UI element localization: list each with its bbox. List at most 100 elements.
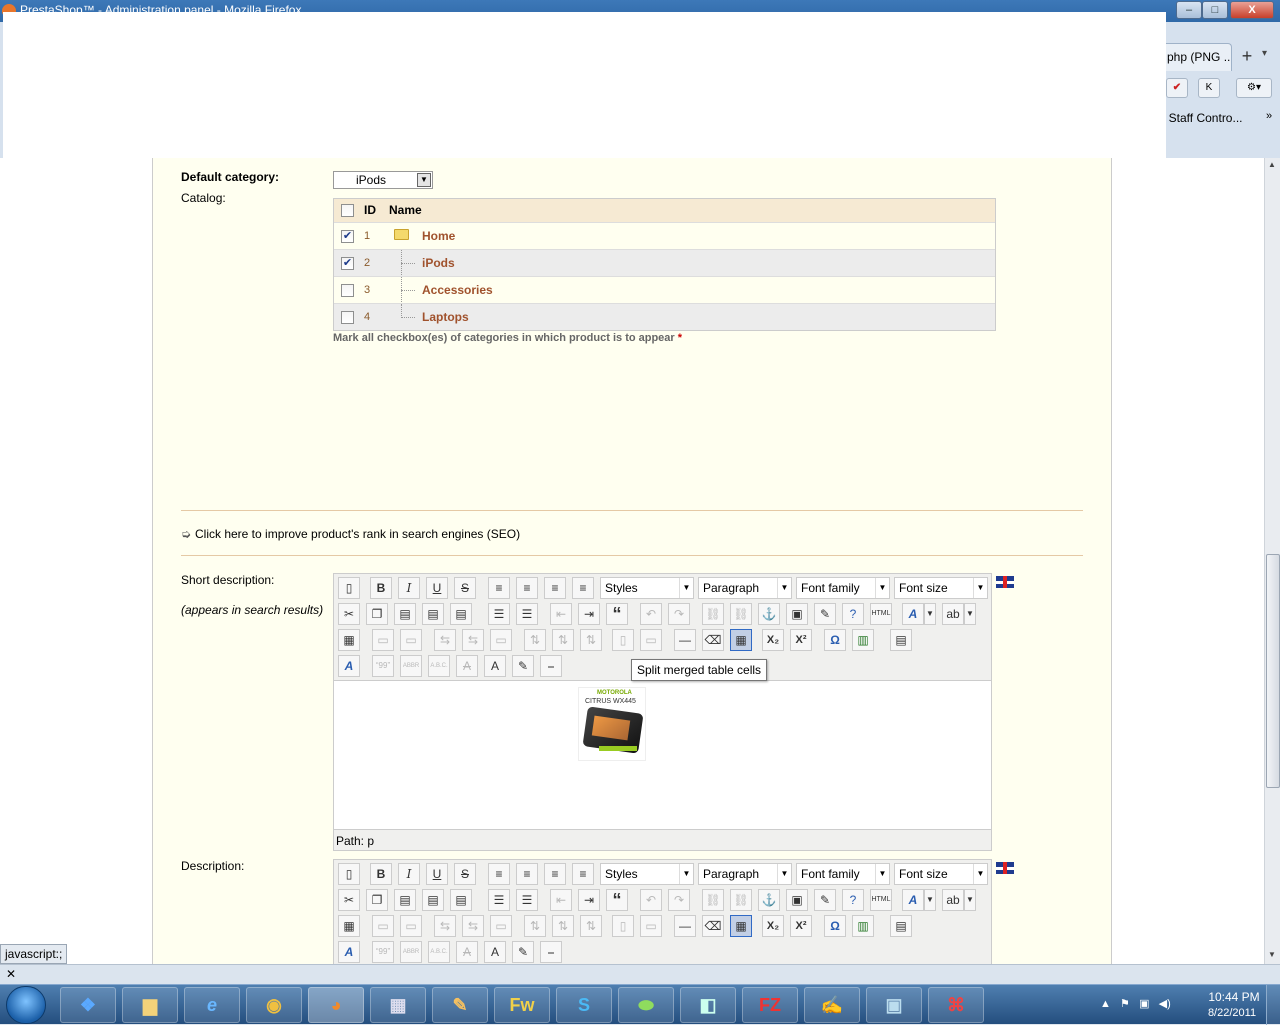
delete-row-icon[interactable]: ▭ [490, 629, 512, 651]
numbered-list-icon[interactable]: ☰ [516, 889, 538, 911]
paste-icon[interactable]: ▤ [394, 889, 416, 911]
unlink-icon[interactable]: ⛓ [730, 603, 752, 625]
firefox-icon[interactable]: ◕ [308, 987, 364, 1023]
redo-icon[interactable]: ↷ [668, 889, 690, 911]
paste-text-icon[interactable]: ▤ [422, 889, 444, 911]
underline-button[interactable]: U [426, 863, 448, 885]
category-checkbox-home[interactable]: ✔ [341, 230, 354, 243]
acronym-icon[interactable]: A.B.C. [428, 941, 450, 963]
explorer-icon[interactable]: ▆ [122, 987, 178, 1023]
category-checkbox-accessories[interactable] [341, 284, 354, 297]
insert-col-after-icon[interactable]: ⇅ [552, 915, 574, 937]
bullet-list-icon[interactable]: ☰ [488, 889, 510, 911]
style-props-icon[interactable]: A [338, 655, 360, 677]
insert-text-icon[interactable]: A [484, 941, 506, 963]
subscript-button[interactable]: X₂ [762, 915, 784, 937]
category-name[interactable]: Home [422, 229, 455, 243]
attributes-icon[interactable]: ✎ [512, 655, 534, 677]
eraser-icon[interactable]: ⌫ [702, 915, 724, 937]
abbr-icon[interactable]: ABBR [400, 941, 422, 963]
cite-icon[interactable]: “99” [372, 655, 394, 677]
anchor-icon[interactable]: ⚓ [758, 603, 780, 625]
blockquote-icon[interactable]: “ [606, 889, 628, 911]
styles-select[interactable]: Styles ▼ [600, 863, 694, 885]
paste-word-icon[interactable]: ▤ [450, 603, 472, 625]
language-flag-uk-icon[interactable] [996, 862, 1014, 874]
superscript-button[interactable]: X² [790, 915, 812, 937]
italic-button[interactable]: I [398, 577, 420, 599]
style-props-icon[interactable]: A [338, 941, 360, 963]
format-select[interactable]: Paragraph ▼ [698, 577, 792, 599]
visual-aid-icon[interactable]: ▤ [890, 915, 912, 937]
cite-icon[interactable]: “99” [372, 941, 394, 963]
minimize-button[interactable]: – [1176, 1, 1202, 19]
close-window-button[interactable]: X [1230, 1, 1274, 19]
help-icon[interactable]: ? [842, 889, 864, 911]
adblock-icon[interactable]: ✔ [1166, 78, 1188, 98]
eraser-icon[interactable]: ⌫ [702, 629, 724, 651]
chevron-down-icon[interactable]: ▼ [924, 889, 936, 911]
table-split-icon[interactable]: ▦ [730, 915, 752, 937]
internet-explorer-icon[interactable]: e [184, 987, 240, 1023]
font-size-select[interactable]: Font size ▼ [894, 577, 988, 599]
special-char-button[interactable]: Ω [824, 629, 846, 651]
delete-text-icon[interactable]: A [456, 655, 478, 677]
category-name[interactable]: iPods [422, 256, 455, 270]
indent-icon[interactable]: ⇥ [578, 603, 600, 625]
paint-icon[interactable]: ✎ [432, 987, 488, 1023]
photos-icon[interactable]: ▣ [866, 987, 922, 1023]
short-description-content[interactable]: MOTOROLA CITRUS WX445 [334, 680, 991, 830]
delete-col-icon[interactable]: ⇅ [580, 629, 602, 651]
page-break-icon[interactable]: ⎯ [540, 655, 562, 677]
media-icon[interactable]: ▥ [852, 915, 874, 937]
page-break-icon[interactable]: ⎯ [540, 941, 562, 963]
copy-icon[interactable]: ❐ [366, 603, 388, 625]
browser-tab[interactable]: php (PNG ... [1160, 43, 1232, 71]
new-document-icon[interactable]: ▯ [338, 863, 360, 885]
chevron-down-icon[interactable]: ▼ [964, 889, 976, 911]
dropbox-icon[interactable]: ❖ [60, 987, 116, 1023]
insert-row-before-icon[interactable]: ⇆ [434, 629, 456, 651]
abbr-icon[interactable]: ABBR [400, 655, 422, 677]
app-icon[interactable]: ⬬ [618, 987, 674, 1023]
align-center-icon[interactable]: ≡ [516, 577, 538, 599]
html-source-icon[interactable]: HTML [870, 889, 892, 911]
align-justify-icon[interactable]: ≡ [572, 577, 594, 599]
insert-table-icon[interactable]: ▦ [338, 915, 360, 937]
link-icon[interactable]: ⛓ [702, 603, 724, 625]
maximize-button[interactable]: □ [1202, 1, 1228, 19]
seo-link-text[interactable]: Click here to improve product's rank in … [195, 527, 520, 541]
bold-button[interactable]: B [370, 863, 392, 885]
bookmark-item[interactable]: : Staff Contro... [1162, 111, 1242, 125]
fireworks-icon[interactable]: Fw [494, 987, 550, 1023]
insert-table-icon[interactable]: ▦ [338, 629, 360, 651]
superscript-button[interactable]: X² [790, 629, 812, 651]
align-justify-icon[interactable]: ≡ [572, 863, 594, 885]
category-name[interactable]: Accessories [422, 283, 493, 297]
close-addon-bar-icon[interactable]: ✕ [6, 967, 16, 981]
select-all-checkbox[interactable] [341, 204, 354, 217]
cleanup-icon[interactable]: ✎ [814, 603, 836, 625]
scroll-down-icon[interactable]: ▼ [1268, 950, 1276, 959]
image-icon[interactable]: ▣ [786, 889, 808, 911]
background-color-icon[interactable]: ab [942, 603, 964, 625]
font-size-select[interactable]: Font size ▼ [894, 863, 988, 885]
image-icon[interactable]: ▣ [786, 603, 808, 625]
text-color-icon[interactable]: A [902, 889, 924, 911]
merge-cells-icon[interactable]: ▭ [640, 629, 662, 651]
bold-button[interactable]: B [370, 577, 392, 599]
delete-col-icon[interactable]: ⇅ [580, 915, 602, 937]
calculator-icon[interactable]: ▦ [370, 987, 426, 1023]
addon-menu-icon[interactable]: ⚙▾ [1236, 78, 1272, 98]
text-color-icon[interactable]: A [902, 603, 924, 625]
chevron-down-icon[interactable]: ▼ [924, 603, 936, 625]
clock-date[interactable]: 8/22/2011 [1202, 1007, 1262, 1019]
cell-props-icon[interactable]: ▭ [400, 915, 422, 937]
italic-button[interactable]: I [398, 863, 420, 885]
paste-word-icon[interactable]: ▤ [450, 889, 472, 911]
strikethrough-button[interactable]: S [454, 863, 476, 885]
split-cells-icon[interactable]: ▯ [612, 629, 634, 651]
align-right-icon[interactable]: ≡ [544, 863, 566, 885]
k-addon-icon[interactable]: K [1198, 78, 1220, 98]
cleanup-icon[interactable]: ✎ [814, 889, 836, 911]
